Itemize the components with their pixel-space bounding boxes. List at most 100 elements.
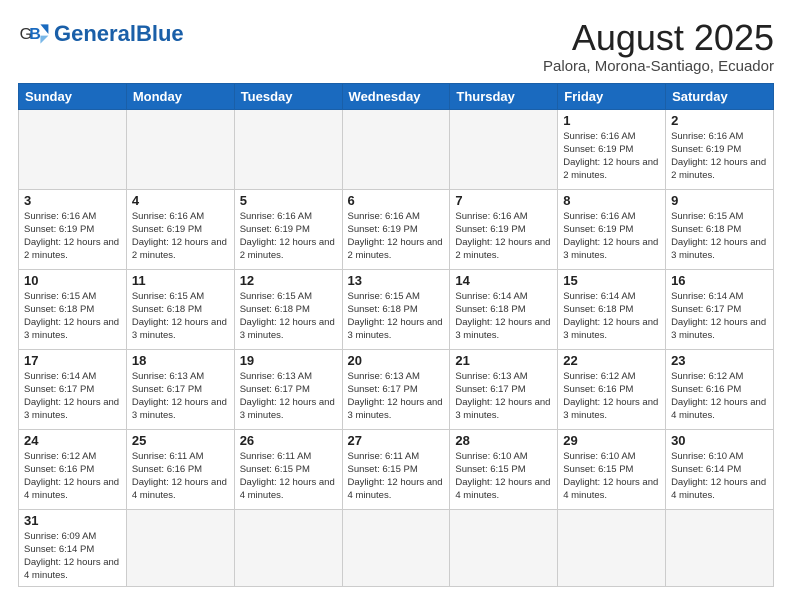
day-info: Sunrise: 6:12 AM Sunset: 6:16 PM Dayligh… [24, 450, 121, 503]
calendar-subtitle: Palora, Morona-Santiago, Ecuador [543, 58, 774, 75]
calendar-day-3: 3 Sunrise: 6:16 AM Sunset: 6:19 PM Daylig… [19, 189, 127, 269]
day-number: 1 [563, 113, 660, 128]
day-number: 9 [671, 193, 768, 208]
day-info: Sunrise: 6:14 AM Sunset: 6:17 PM Dayligh… [24, 370, 121, 423]
day-number: 11 [132, 273, 229, 288]
day-number: 23 [671, 353, 768, 368]
day-info: Sunrise: 6:16 AM Sunset: 6:19 PM Dayligh… [671, 130, 768, 183]
calendar-day-empty [342, 109, 450, 189]
logo: G B GeneralBlue [18, 18, 184, 50]
day-info: Sunrise: 6:15 AM Sunset: 6:18 PM Dayligh… [348, 290, 445, 343]
day-number: 30 [671, 433, 768, 448]
calendar-day-25: 25Sunrise: 6:11 AM Sunset: 6:16 PM Dayli… [126, 429, 234, 509]
calendar-day-18: 18 Sunrise: 6:13 AM Sunset: 6:17 PM Dayli… [126, 349, 234, 429]
calendar-day-empty [450, 109, 558, 189]
day-info: Sunrise: 6:10 AM Sunset: 6:15 PM Dayligh… [563, 450, 660, 503]
calendar-day-1: 1 Sunrise: 6:16 AM Sunset: 6:19 PM Daylig… [558, 109, 666, 189]
day-number: 16 [671, 273, 768, 288]
calendar-day-empty [126, 509, 234, 586]
day-info: Sunrise: 6:13 AM Sunset: 6:17 PM Dayligh… [348, 370, 445, 423]
day-number: 8 [563, 193, 660, 208]
calendar-day-empty [234, 109, 342, 189]
calendar-day-7: 7Sunrise: 6:16 AM Sunset: 6:19 PM Daylig… [450, 189, 558, 269]
day-number: 25 [132, 433, 229, 448]
calendar-day-16: 16Sunrise: 6:14 AM Sunset: 6:17 PM Dayli… [666, 269, 774, 349]
calendar-day-6: 6 Sunrise: 6:16 AM Sunset: 6:19 PM Daylig… [342, 189, 450, 269]
calendar-day-28: 28 Sunrise: 6:10 AM Sunset: 6:15 PM Dayli… [450, 429, 558, 509]
calendar-week-row: 31 Sunrise: 6:09 AM Sunset: 6:14 PM Dayli… [19, 509, 774, 586]
calendar-day-12: 12 Sunrise: 6:15 AM Sunset: 6:18 PM Dayli… [234, 269, 342, 349]
day-number: 26 [240, 433, 337, 448]
calendar-day-9: 9 Sunrise: 6:15 AM Sunset: 6:18 PM Daylig… [666, 189, 774, 269]
day-of-week-thursday: Thursday [450, 83, 558, 109]
calendar-week-row: 17Sunrise: 6:14 AM Sunset: 6:17 PM Dayli… [19, 349, 774, 429]
calendar-week-row: 1 Sunrise: 6:16 AM Sunset: 6:19 PM Daylig… [19, 109, 774, 189]
calendar-day-empty [126, 109, 234, 189]
day-of-week-monday: Monday [126, 83, 234, 109]
day-number: 14 [455, 273, 552, 288]
day-number: 31 [24, 513, 121, 528]
day-number: 6 [348, 193, 445, 208]
calendar-day-15: 15 Sunrise: 6:14 AM Sunset: 6:18 PM Dayli… [558, 269, 666, 349]
day-info: Sunrise: 6:16 AM Sunset: 6:19 PM Dayligh… [348, 210, 445, 263]
calendar-day-8: 8Sunrise: 6:16 AM Sunset: 6:19 PM Daylig… [558, 189, 666, 269]
calendar-day-5: 5 Sunrise: 6:16 AM Sunset: 6:19 PM Daylig… [234, 189, 342, 269]
day-info: Sunrise: 6:15 AM Sunset: 6:18 PM Dayligh… [240, 290, 337, 343]
calendar-week-row: 24 Sunrise: 6:12 AM Sunset: 6:16 PM Dayli… [19, 429, 774, 509]
day-of-week-tuesday: Tuesday [234, 83, 342, 109]
day-info: Sunrise: 6:16 AM Sunset: 6:19 PM Dayligh… [240, 210, 337, 263]
day-of-week-friday: Friday [558, 83, 666, 109]
calendar-day-23: 23 Sunrise: 6:12 AM Sunset: 6:16 PM Dayli… [666, 349, 774, 429]
day-number: 12 [240, 273, 337, 288]
day-info: Sunrise: 6:12 AM Sunset: 6:16 PM Dayligh… [671, 370, 768, 423]
day-info: Sunrise: 6:14 AM Sunset: 6:18 PM Dayligh… [455, 290, 552, 343]
day-info: Sunrise: 6:16 AM Sunset: 6:19 PM Dayligh… [132, 210, 229, 263]
logo-text: GeneralBlue [54, 23, 184, 45]
day-of-week-wednesday: Wednesday [342, 83, 450, 109]
day-info: Sunrise: 6:16 AM Sunset: 6:19 PM Dayligh… [24, 210, 121, 263]
day-number: 13 [348, 273, 445, 288]
day-info: Sunrise: 6:10 AM Sunset: 6:14 PM Dayligh… [671, 450, 768, 503]
calendar-day-17: 17Sunrise: 6:14 AM Sunset: 6:17 PM Dayli… [19, 349, 127, 429]
day-info: Sunrise: 6:15 AM Sunset: 6:18 PM Dayligh… [671, 210, 768, 263]
day-info: Sunrise: 6:09 AM Sunset: 6:14 PM Dayligh… [24, 530, 121, 583]
day-info: Sunrise: 6:11 AM Sunset: 6:15 PM Dayligh… [240, 450, 337, 503]
calendar-header-row: SundayMondayTuesdayWednesdayThursdayFrid… [19, 83, 774, 109]
day-number: 28 [455, 433, 552, 448]
day-number: 27 [348, 433, 445, 448]
calendar-day-empty [234, 509, 342, 586]
calendar-table: SundayMondayTuesdayWednesdayThursdayFrid… [18, 83, 774, 587]
calendar-day-29: 29Sunrise: 6:10 AM Sunset: 6:15 PM Dayli… [558, 429, 666, 509]
day-info: Sunrise: 6:14 AM Sunset: 6:18 PM Dayligh… [563, 290, 660, 343]
day-number: 7 [455, 193, 552, 208]
day-info: Sunrise: 6:16 AM Sunset: 6:19 PM Dayligh… [563, 130, 660, 183]
day-number: 5 [240, 193, 337, 208]
day-number: 15 [563, 273, 660, 288]
title-area: August 2025 Palora, Morona-Santiago, Ecu… [543, 18, 774, 75]
day-number: 20 [348, 353, 445, 368]
logo-icon: G B [18, 18, 50, 50]
day-number: 2 [671, 113, 768, 128]
day-info: Sunrise: 6:10 AM Sunset: 6:15 PM Dayligh… [455, 450, 552, 503]
logo-general: General [54, 21, 136, 46]
day-number: 24 [24, 433, 121, 448]
day-of-week-sunday: Sunday [19, 83, 127, 109]
day-info: Sunrise: 6:13 AM Sunset: 6:17 PM Dayligh… [132, 370, 229, 423]
day-info: Sunrise: 6:13 AM Sunset: 6:17 PM Dayligh… [240, 370, 337, 423]
calendar-day-empty [666, 509, 774, 586]
day-number: 18 [132, 353, 229, 368]
day-number: 3 [24, 193, 121, 208]
calendar-day-empty [450, 509, 558, 586]
calendar-day-30: 30 Sunrise: 6:10 AM Sunset: 6:14 PM Dayli… [666, 429, 774, 509]
calendar-day-13: 13 Sunrise: 6:15 AM Sunset: 6:18 PM Dayli… [342, 269, 450, 349]
calendar-title: August 2025 [543, 18, 774, 58]
day-info: Sunrise: 6:11 AM Sunset: 6:15 PM Dayligh… [348, 450, 445, 503]
day-number: 21 [455, 353, 552, 368]
svg-text:B: B [29, 26, 41, 43]
logo-blue: Blue [136, 21, 184, 46]
page-header: G B GeneralBlue August 2025 Palora, Moro… [18, 18, 774, 75]
calendar-day-31: 31 Sunrise: 6:09 AM Sunset: 6:14 PM Dayli… [19, 509, 127, 586]
day-of-week-saturday: Saturday [666, 83, 774, 109]
calendar-day-14: 14 Sunrise: 6:14 AM Sunset: 6:18 PM Dayli… [450, 269, 558, 349]
calendar-day-11: 11Sunrise: 6:15 AM Sunset: 6:18 PM Dayli… [126, 269, 234, 349]
